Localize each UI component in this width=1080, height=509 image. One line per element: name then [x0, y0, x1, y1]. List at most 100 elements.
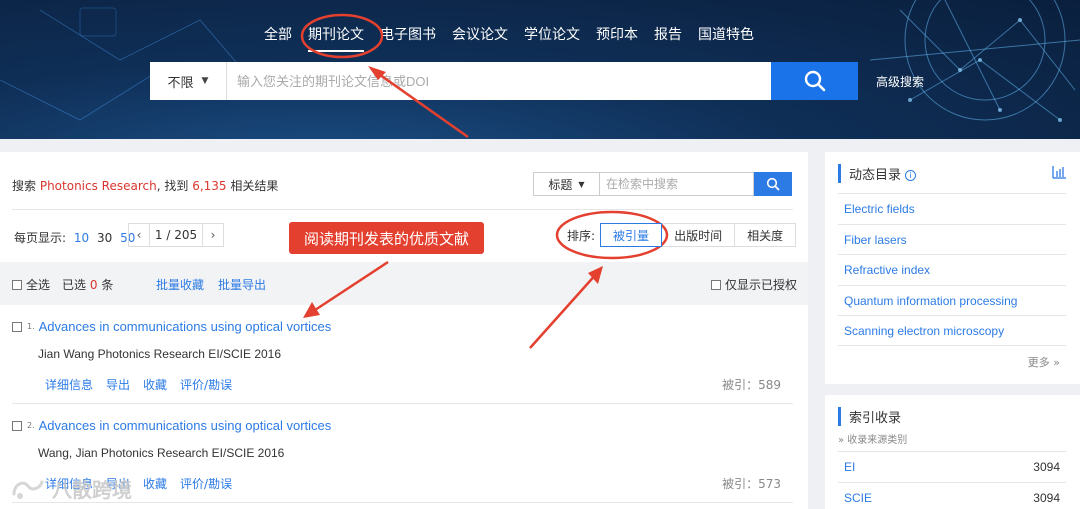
- per-page-control: 每页显示: 10 30 50: [14, 229, 135, 246]
- bulk-action-bar: 全选 已选 0 条 批量收藏 批量导出 仅显示已授权: [0, 262, 808, 305]
- result-meta: Jian Wang Photonics Research EI/SCIE 201…: [38, 347, 282, 361]
- checkbox-icon: [12, 280, 22, 290]
- sort-by-date[interactable]: 出版时间: [661, 223, 736, 247]
- in-result-search-button[interactable]: [754, 172, 792, 196]
- sort-by-relevance[interactable]: 相关度: [734, 223, 797, 247]
- index-row: EI 3094: [838, 451, 1066, 482]
- chevron-down-icon: ▼: [578, 179, 585, 189]
- nav-conference-papers[interactable]: 会议论文: [452, 24, 508, 52]
- info-icon[interactable]: i: [905, 170, 917, 181]
- index-name[interactable]: SCIE: [844, 491, 872, 509]
- in-result-field-select[interactable]: 标题 ▼: [533, 172, 599, 196]
- search-icon: [766, 177, 780, 191]
- per-page-label: 每页显示:: [14, 231, 67, 245]
- dynamic-catalog-label: 动态目录: [849, 168, 902, 183]
- result-meta: Wang, Jian Photonics Research EI/SCIE 20…: [38, 446, 285, 460]
- in-result-field-value: 标题: [548, 177, 573, 192]
- results-panel: 搜索 Photonics Research, 找到 6,135 相关结果 标题 …: [0, 152, 808, 509]
- collect-link[interactable]: 收藏: [143, 475, 167, 492]
- pagination: ‹ 1 / 205 ›: [128, 223, 224, 247]
- select-all-label: 全选: [26, 278, 51, 292]
- search-banner: 全部 期刊论文 电子图书 会议论文 学位论文 预印本 报告 国道特色 不限 ▼ …: [0, 0, 1080, 139]
- search-scope-value: 不限: [167, 75, 194, 91]
- watermark-text: 八散跨境: [52, 478, 132, 502]
- bar-chart-icon[interactable]: [1052, 166, 1066, 179]
- review-link[interactable]: 评价/勘误: [180, 475, 232, 492]
- nav-all[interactable]: 全部: [264, 24, 292, 52]
- index-panel: 索引收录 » 收录来源类别 EI 3094 SCIE 3094: [825, 395, 1080, 509]
- selected-suffix: 条: [101, 278, 114, 292]
- results-summary: 搜索 Photonics Research, 找到 6,135 相关结果: [12, 177, 278, 194]
- sort-control: 排序: 被引量 出版时间 相关度: [567, 223, 797, 247]
- topic-link[interactable]: Refractive index: [838, 254, 1066, 285]
- divider: [12, 403, 793, 404]
- nav-journal-papers[interactable]: 期刊论文: [308, 24, 364, 52]
- main-search-bar: 不限 ▼: [150, 62, 858, 100]
- only-authorized-checkbox[interactable]: 仅显示已授权: [711, 276, 797, 293]
- topic-link[interactable]: Electric fields: [838, 193, 1066, 224]
- selected-number: 0: [89, 278, 98, 292]
- index-title: 索引收录: [838, 407, 901, 426]
- next-page-button[interactable]: ›: [202, 223, 224, 247]
- topic-link[interactable]: Scanning electron microscopy: [838, 315, 1066, 346]
- annotation-callout: 阅读期刊发表的优质文献: [289, 222, 484, 254]
- sort-label: 排序:: [567, 228, 596, 243]
- in-result-search: 标题 ▼: [533, 172, 792, 196]
- search-scope-select[interactable]: 不限 ▼: [150, 62, 227, 100]
- nav-ebooks[interactable]: 电子图书: [380, 24, 436, 52]
- per-page-option-30[interactable]: 30: [97, 231, 112, 245]
- result-actions: 详细信息 导出 收藏 评价/勘误 被引：589: [45, 376, 793, 393]
- dynamic-catalog-title: 动态目录 i: [838, 164, 917, 183]
- result-checkbox[interactable]: [12, 321, 22, 332]
- topic-link[interactable]: Fiber lasers: [838, 224, 1066, 255]
- page-indicator: 1 / 205: [150, 223, 202, 247]
- collect-link[interactable]: 收藏: [143, 376, 167, 393]
- details-link[interactable]: 详细信息: [45, 376, 93, 393]
- nav-special[interactable]: 国道特色: [698, 24, 754, 52]
- result-actions: 详细信息 导出 收藏 评价/勘误 被引：573: [45, 475, 793, 492]
- index-subtitle: » 收录来源类别: [838, 435, 908, 446]
- in-result-search-input[interactable]: [599, 172, 754, 196]
- per-page-option-10[interactable]: 10: [74, 231, 89, 245]
- select-all-checkbox[interactable]: 全选: [12, 276, 50, 293]
- main-search-button[interactable]: [771, 62, 858, 100]
- result-item: 1. Advances in communications using opti…: [12, 319, 793, 393]
- review-link[interactable]: 评价/勘误: [180, 376, 232, 393]
- search-icon: [804, 70, 825, 92]
- topic-link[interactable]: Quantum information processing: [838, 285, 1066, 316]
- citation-count: 被引：589: [722, 378, 781, 392]
- summary-middle: , 找到: [156, 179, 189, 193]
- bulk-collect-button[interactable]: 批量收藏: [156, 276, 204, 293]
- nav-dissertations[interactable]: 学位论文: [524, 24, 580, 52]
- bulk-export-button[interactable]: 批量导出: [218, 276, 266, 293]
- watermark: 八散跨境: [10, 474, 132, 503]
- advanced-search-link[interactable]: 高级搜索: [876, 73, 924, 90]
- checkbox-icon: [711, 280, 721, 290]
- index-row: SCIE 3094: [838, 482, 1066, 509]
- nav-preprints[interactable]: 预印本: [596, 24, 638, 52]
- summary-suffix: 相关结果: [230, 179, 279, 193]
- only-authorized-label: 仅显示已授权: [725, 278, 798, 292]
- prev-page-button[interactable]: ‹: [128, 223, 150, 247]
- result-index: 2.: [27, 421, 35, 430]
- more-topics-link[interactable]: 更多 »: [1028, 354, 1060, 370]
- chevron-down-icon: ▼: [201, 76, 209, 86]
- main-search-input[interactable]: [227, 62, 771, 100]
- divider: [12, 209, 793, 210]
- index-count: 3094: [1033, 491, 1060, 505]
- selected-prefix: 已选: [62, 278, 87, 292]
- export-link[interactable]: 导出: [106, 376, 130, 393]
- summary-count: 6,135: [192, 179, 227, 193]
- sort-by-citations[interactable]: 被引量: [600, 223, 663, 247]
- summary-prefix: 搜索: [12, 179, 37, 193]
- watermark-logo-icon: [12, 480, 44, 499]
- result-title-link[interactable]: Advances in communications using optical…: [39, 418, 332, 433]
- result-title-link[interactable]: Advances in communications using optical…: [39, 319, 332, 334]
- result-checkbox[interactable]: [12, 420, 22, 431]
- dynamic-catalog-panel: 动态目录 i Electric fields Fiber lasers Refra…: [825, 152, 1080, 384]
- category-nav: 全部 期刊论文 电子图书 会议论文 学位论文 预印本 报告 国道特色: [264, 24, 770, 52]
- index-count: 3094: [1033, 460, 1060, 474]
- index-name[interactable]: EI: [844, 460, 855, 482]
- nav-reports[interactable]: 报告: [654, 24, 682, 52]
- selected-count: 已选 0 条: [62, 276, 113, 293]
